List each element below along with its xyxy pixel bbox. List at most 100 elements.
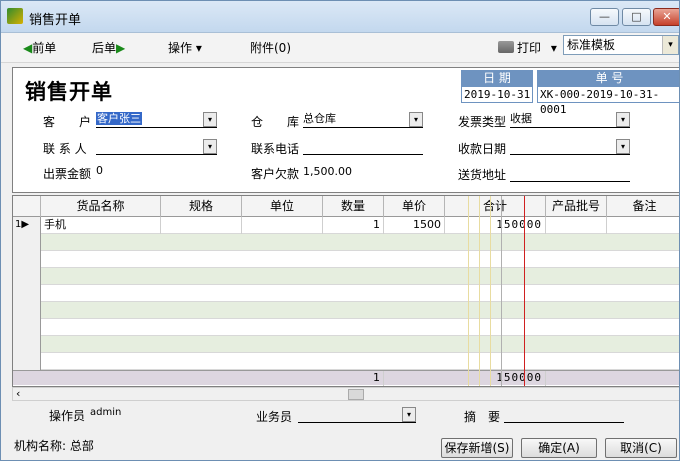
- date-header: 日 期: [461, 70, 533, 86]
- invoice-type-combo[interactable]: 收据 ▾: [510, 112, 630, 128]
- invoice-type-label: 发票类型: [458, 115, 507, 129]
- chevron-down-icon[interactable]: ▾: [203, 139, 217, 154]
- table-row[interactable]: [13, 251, 679, 268]
- col-unit[interactable]: 单位: [242, 196, 323, 217]
- table-row[interactable]: [13, 285, 679, 302]
- customer-value: 客户张三: [96, 112, 142, 125]
- minimize-button[interactable]: —: [590, 8, 619, 26]
- scroll-left-icon[interactable]: ‹: [16, 387, 20, 400]
- row-header: 1▶: [13, 217, 41, 234]
- maximize-icon: □: [631, 10, 642, 23]
- printer-icon: [498, 41, 514, 53]
- decimal-divider: [524, 196, 525, 386]
- row-header: [13, 336, 41, 353]
- table-row[interactable]: [13, 319, 679, 336]
- col-note[interactable]: 备注: [607, 196, 679, 217]
- item-unit-cell[interactable]: [242, 217, 323, 234]
- prev-order-label: 前单: [32, 41, 57, 55]
- address-field[interactable]: [510, 166, 630, 182]
- total-qty: 1: [323, 371, 384, 386]
- attachments-button[interactable]: 附件(0): [250, 39, 291, 57]
- address-label: 送货地址: [458, 168, 507, 182]
- confirm-button[interactable]: 确定(A): [521, 438, 597, 458]
- item-price-cell[interactable]: 1500: [384, 217, 445, 234]
- row-header: [13, 251, 41, 268]
- amount-digit-divider: [468, 196, 469, 386]
- chevron-down-icon[interactable]: ▾: [203, 112, 217, 127]
- invoice-type-value: 收据: [510, 112, 532, 125]
- org-name: 机构名称: 总部: [14, 439, 94, 453]
- contact-label: 联 系 人: [43, 142, 87, 156]
- template-select[interactable]: 标准模板 ▾: [563, 35, 679, 55]
- chevron-down-icon[interactable]: ▾: [662, 36, 678, 54]
- close-icon: ✕: [662, 10, 672, 23]
- chevron-down-icon[interactable]: ▾: [616, 139, 630, 154]
- row-header: [13, 268, 41, 285]
- chevron-down-icon[interactable]: ▾: [616, 112, 630, 127]
- item-name-cell[interactable]: 手机: [41, 217, 161, 234]
- total-amount: 150000: [445, 371, 546, 386]
- col-total[interactable]: 合计: [445, 196, 546, 217]
- maximize-button[interactable]: □: [622, 8, 651, 26]
- row-header: [13, 234, 41, 251]
- summary-label: 摘 要: [464, 410, 501, 424]
- cancel-button[interactable]: 取消(C): [605, 438, 677, 458]
- col-price[interactable]: 单价: [384, 196, 445, 217]
- template-value: 标准模板: [567, 38, 616, 52]
- number-value[interactable]: XK-000-2019-10-31-0001: [537, 86, 679, 116]
- col-name[interactable]: 货品名称: [41, 196, 161, 217]
- date-value[interactable]: 2019-10-31: [461, 86, 533, 103]
- item-total-cell[interactable]: 150000: [445, 217, 546, 234]
- number-header: 单 号: [537, 70, 679, 86]
- item-qty-cell[interactable]: 1: [323, 217, 384, 234]
- chevron-down-icon: ▾: [195, 41, 202, 55]
- next-order-button[interactable]: 后单▶: [92, 39, 125, 57]
- item-note-cell[interactable]: [607, 217, 679, 234]
- table-row[interactable]: [13, 353, 679, 370]
- warehouse-value: 总仓库: [303, 112, 336, 125]
- print-dropdown-icon[interactable]: ▾: [551, 41, 557, 55]
- item-batch-cell[interactable]: [546, 217, 607, 234]
- phone-field[interactable]: [303, 139, 423, 155]
- summary-field[interactable]: [504, 407, 624, 423]
- chevron-down-icon[interactable]: ▾: [402, 407, 416, 422]
- col-batch[interactable]: 产品批号: [546, 196, 607, 217]
- row-header: [13, 353, 41, 370]
- customer-combo[interactable]: 客户张三 ▾: [96, 112, 217, 128]
- item-spec-cell[interactable]: [161, 217, 242, 234]
- operator-value: admin: [90, 407, 122, 418]
- close-button[interactable]: ✕: [653, 8, 679, 26]
- phone-label: 联系电话: [251, 142, 300, 156]
- app-icon: [7, 8, 23, 24]
- invoice-amount-value: 0: [96, 164, 103, 177]
- table-row[interactable]: 1▶ 手机 1 1500 150000: [13, 217, 679, 234]
- prev-order-button[interactable]: ◀前单: [23, 39, 56, 57]
- table-row[interactable]: [13, 268, 679, 285]
- minimize-icon: —: [599, 10, 610, 23]
- table-row[interactable]: [13, 234, 679, 251]
- operations-label: 操作: [168, 41, 193, 55]
- warehouse-label: 仓 库: [251, 115, 300, 129]
- arrow-left-icon: ◀: [23, 41, 33, 55]
- warehouse-combo[interactable]: 总仓库 ▾: [303, 112, 423, 128]
- col-spec[interactable]: 规格: [161, 196, 242, 217]
- contact-combo[interactable]: ▾: [96, 139, 217, 155]
- scroll-thumb[interactable]: [348, 389, 364, 400]
- items-grid: 货品名称 规格 单位 数量 单价 合计 产品批号 备注 1▶ 手机 1 1500…: [12, 195, 679, 387]
- operations-menu[interactable]: 操作 ▾: [168, 39, 202, 57]
- payment-date-combo[interactable]: ▾: [510, 139, 630, 155]
- table-row[interactable]: [13, 336, 679, 353]
- salesperson-combo[interactable]: ▾: [298, 407, 416, 423]
- current-row-icon: ▶: [21, 219, 30, 230]
- invoice-amount-label: 出票金额: [43, 167, 92, 181]
- horizontal-scrollbar[interactable]: ‹: [12, 387, 679, 401]
- row-header: [13, 319, 41, 336]
- payment-date-label: 收款日期: [458, 142, 507, 156]
- amount-digit-divider: [490, 196, 491, 386]
- row-header: [13, 285, 41, 302]
- chevron-down-icon[interactable]: ▾: [409, 112, 423, 127]
- print-button[interactable]: 打印 ▾: [498, 39, 557, 57]
- save-new-button[interactable]: 保存新增(S): [441, 438, 513, 458]
- col-qty[interactable]: 数量: [323, 196, 384, 217]
- table-row[interactable]: [13, 302, 679, 319]
